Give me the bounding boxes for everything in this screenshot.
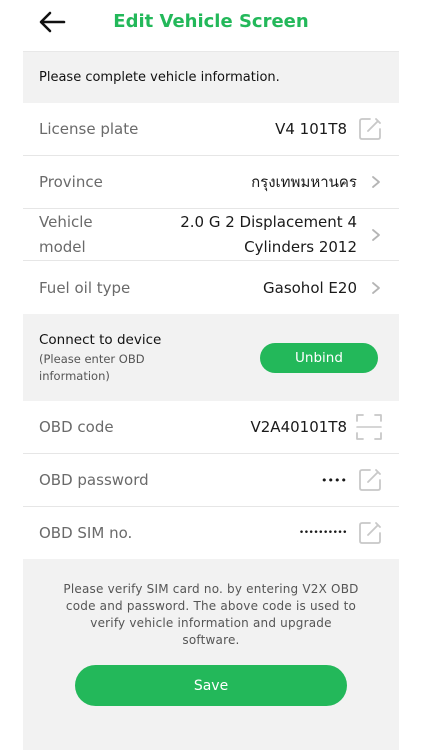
vehicle-model-label: Vehicle model bbox=[39, 210, 119, 260]
vehicle-model-label-line1: Vehicle bbox=[39, 212, 93, 231]
vehicle-model-label-line2: model bbox=[39, 237, 86, 256]
province-value: กรุงเทพมหานคร bbox=[251, 173, 357, 191]
obd-sim-row: OBD SIM no. •••••••••• bbox=[23, 507, 399, 560]
edit-icon[interactable] bbox=[357, 520, 383, 546]
license-plate-label: License plate bbox=[39, 120, 139, 138]
vehicle-model-value-line2: Cylinders 2012 bbox=[244, 237, 357, 256]
edit-icon[interactable] bbox=[357, 467, 383, 493]
license-plate-value: V4 101T8 bbox=[275, 120, 347, 138]
obd-code-row: OBD code V2A40101T8 bbox=[23, 401, 399, 454]
obd-code-value: V2A40101T8 bbox=[250, 418, 348, 436]
obd-password-value: •••• bbox=[321, 473, 347, 487]
vehicle-model-value: 2.0 G 2 Displacement 4 Cylinders 2012 bbox=[147, 210, 357, 260]
fuel-type-label: Fuel oil type bbox=[39, 278, 131, 297]
province-row[interactable]: Province กรุงเทพมหานคร bbox=[23, 156, 399, 209]
edit-icon[interactable] bbox=[357, 116, 383, 142]
fuel-type-row[interactable]: Fuel oil type Gasohol E20 bbox=[23, 261, 399, 314]
province-label: Province bbox=[39, 173, 103, 191]
connect-device-panel: Connect to device (Please enter OBD info… bbox=[23, 314, 399, 401]
header: Edit Vehicle Screen bbox=[0, 0, 422, 50]
obd-sim-value: •••••••••• bbox=[298, 528, 348, 538]
page-title: Edit Vehicle Screen bbox=[113, 11, 309, 32]
vehicle-model-row[interactable]: Vehicle model 2.0 G 2 Displacement 4 Cyl… bbox=[23, 209, 399, 261]
license-plate-row: License plate V4 101T8 bbox=[23, 103, 399, 156]
save-button[interactable]: Save bbox=[75, 665, 347, 706]
form-container: Please complete vehicle information. Lic… bbox=[23, 51, 399, 750]
obd-password-label: OBD password bbox=[39, 471, 149, 489]
scan-icon[interactable] bbox=[355, 413, 383, 441]
chevron-right-icon bbox=[372, 176, 380, 188]
verification-note: Please verify SIM card no. by entering V… bbox=[63, 582, 359, 647]
obd-password-row: OBD password •••• bbox=[23, 454, 399, 507]
obd-sim-label: OBD SIM no. bbox=[39, 524, 133, 542]
obd-code-label: OBD code bbox=[39, 418, 114, 436]
connect-device-subtitle: (Please enter OBD information) bbox=[39, 352, 145, 383]
vehicle-model-value-line1: 2.0 G 2 Displacement 4 bbox=[180, 212, 357, 231]
connect-device-title: Connect to device bbox=[39, 332, 162, 348]
edit-vehicle-screen: Edit Vehicle Screen Please complete vehi… bbox=[0, 0, 422, 750]
unbind-button[interactable]: Unbind bbox=[260, 343, 378, 373]
chevron-right-icon bbox=[372, 228, 380, 241]
notice-banner: Please complete vehicle information. bbox=[23, 51, 399, 103]
chevron-right-icon bbox=[372, 281, 380, 294]
footer-panel: Please verify SIM card no. by entering V… bbox=[23, 559, 399, 750]
fuel-type-value: Gasohol E20 bbox=[263, 278, 357, 297]
